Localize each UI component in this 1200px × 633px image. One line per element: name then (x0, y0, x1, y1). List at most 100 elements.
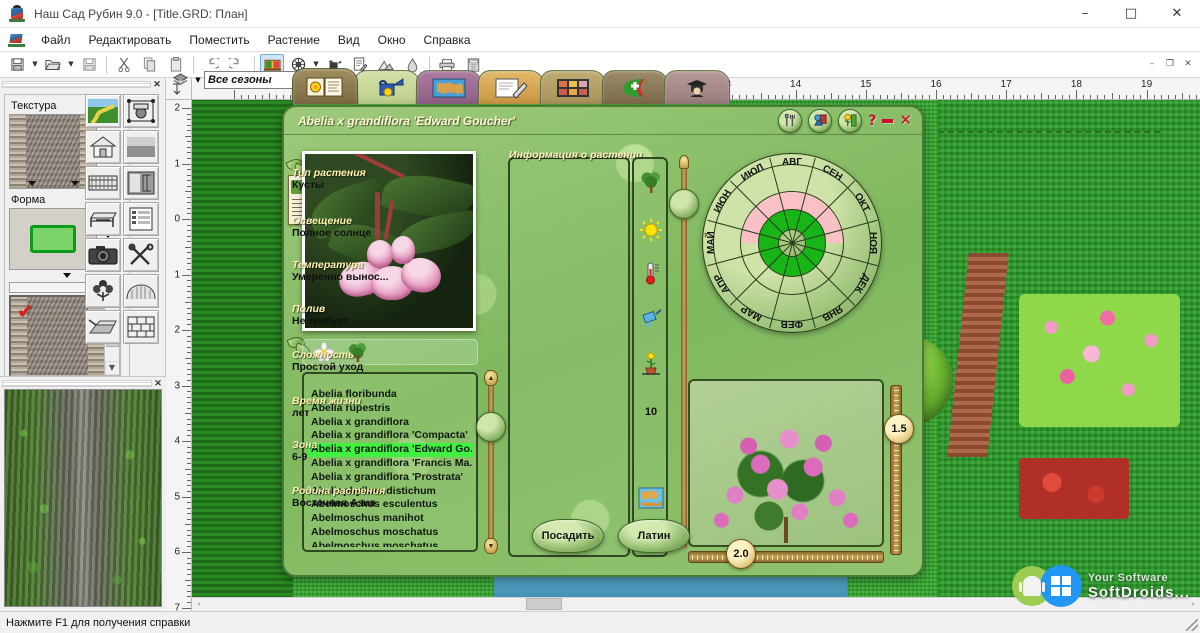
preview-panel-grip[interactable] (2, 379, 152, 387)
garden-tools-button[interactable] (778, 108, 803, 133)
tab-gallery[interactable] (539, 70, 607, 105)
save-project-dropdown[interactable]: ▼ (30, 54, 40, 76)
ruler-tick (185, 191, 191, 193)
dialog-close-button[interactable]: ✕ (899, 113, 912, 128)
expand-arrow-icon[interactable] (63, 273, 71, 278)
list-item[interactable]: Abelmoschus manihot (307, 512, 473, 526)
window-minimize-button[interactable]: – (1062, 0, 1108, 28)
tools-tool-icon[interactable] (123, 238, 159, 272)
panel-close-button[interactable]: ✕ (151, 79, 163, 90)
latin-button[interactable]: Латин (618, 519, 690, 553)
open-button[interactable] (41, 54, 65, 76)
plant-list-scrollbar[interactable]: ▲ ▼ (476, 370, 506, 554)
ruler-tick (185, 302, 191, 304)
plant-button[interactable]: Посадить (532, 519, 604, 553)
season-dropdown-arrow[interactable]: ▼ (192, 76, 204, 84)
ruler-tick (774, 95, 776, 99)
ruler-tick (187, 146, 191, 148)
list-item[interactable]: Abelmoschus moschatus (307, 540, 473, 547)
texture-arrow-right-icon[interactable] (70, 181, 79, 186)
ruler-tick (187, 307, 191, 309)
bloom-season-wheel[interactable]: ЯНВ ФЕВ МАР АПР МАЙ ИЮН ИЮЛ АВГ СЕН ОКТ … (702, 153, 882, 333)
tab-watering[interactable] (353, 70, 421, 105)
ruler-tick (187, 435, 191, 437)
ruler-tick (187, 119, 191, 121)
plant-card-button[interactable] (838, 108, 863, 133)
list-item[interactable]: Abelmoschus moschatus (307, 526, 473, 540)
canvas-scroll-left-button[interactable]: ‹ (192, 597, 206, 612)
canvas-scroll-thumb[interactable] (526, 597, 562, 610)
ruler-tick (187, 368, 191, 370)
ruler-tick (187, 463, 191, 465)
preview-height-value[interactable]: 1.5 (884, 414, 914, 444)
window-maximize-button[interactable]: □ (1108, 0, 1154, 28)
layers-icon[interactable] (168, 69, 192, 91)
mdi-restore-button[interactable]: ❐ (1162, 58, 1178, 72)
save-project-button[interactable] (5, 54, 29, 76)
tab-academy[interactable] (663, 70, 731, 105)
house-tool-icon[interactable] (85, 130, 121, 164)
bench-tool-icon[interactable] (85, 202, 121, 236)
preview-panel-close-button[interactable]: ✕ (152, 378, 164, 389)
menu-help[interactable]: Справка (415, 30, 480, 50)
ruler-tick (865, 90, 867, 99)
properties-button[interactable] (808, 108, 833, 133)
ruler-tick (187, 396, 191, 398)
cut-button[interactable] (112, 54, 136, 76)
feature-tabs (291, 68, 731, 105)
menu-edit[interactable]: Редактировать (80, 30, 181, 50)
plant-render-preview[interactable] (688, 379, 884, 547)
save-button[interactable] (77, 54, 101, 76)
stone-tool-icon[interactable] (85, 310, 121, 344)
ruler-tick (187, 141, 191, 143)
resize-grip[interactable] (1186, 619, 1198, 631)
plant-list-scroll-up[interactable]: ▲ (484, 370, 498, 386)
tab-health[interactable] (601, 70, 669, 105)
camera-tool-icon[interactable] (85, 238, 121, 272)
slider-knob[interactable] (669, 189, 699, 219)
menu-place[interactable]: Поместить (180, 30, 258, 50)
flower-tool-icon[interactable] (85, 274, 121, 308)
plant-info-dialog[interactable]: Abelia x grandiflora 'Edward Goucher' ? … (282, 105, 924, 577)
list-tool-icon[interactable] (123, 202, 159, 236)
tab-map[interactable] (415, 70, 483, 105)
copy-button[interactable] (138, 54, 162, 76)
ruler-tick (1132, 95, 1134, 99)
tab-encyclopedia[interactable] (291, 68, 359, 105)
plant-list-scroll-thumb[interactable] (476, 412, 506, 442)
ruler-tick (182, 496, 191, 498)
scroll-down-button[interactable]: ▼ (104, 361, 119, 375)
structure-tool-icon[interactable] (123, 166, 159, 200)
menu-window[interactable]: Окно (369, 30, 415, 50)
mdi-minimize-button[interactable]: – (1144, 58, 1160, 72)
dialog-minimize-button[interactable] (882, 118, 894, 123)
vertical-ruler[interactable]: 2 1 0 1 2 3 4 5 6 7 (166, 100, 192, 611)
surface-tool-icon[interactable] (123, 130, 159, 164)
fence-tool-icon[interactable] (85, 166, 121, 200)
menu-file[interactable]: Файл (32, 30, 80, 50)
shape-preview[interactable] (9, 208, 112, 270)
mdi-close-button[interactable]: ✕ (1180, 58, 1196, 72)
terrain-grid-tool-icon[interactable] (123, 94, 159, 128)
dialog-help-button[interactable]: ? (868, 114, 876, 128)
menu-plant[interactable]: Растение (259, 30, 329, 50)
plant-info-icons: 10 (632, 157, 668, 557)
ruler-tick (187, 446, 191, 448)
canvas-horizontal-scrollbar[interactable]: ‹ › (192, 597, 1200, 612)
tab-journal[interactable] (477, 70, 545, 105)
bridge-tool-icon[interactable] (123, 274, 159, 308)
canvas-scroll-right-button[interactable]: › (1186, 597, 1200, 612)
brick-tool-icon[interactable] (123, 310, 159, 344)
menu-view[interactable]: Вид (329, 30, 369, 50)
window-close-button[interactable]: ✕ (1154, 0, 1200, 28)
panel-grip[interactable] (2, 80, 151, 88)
path-tool-icon[interactable] (85, 94, 121, 128)
list-item[interactable]: Abelia x grandiflora 'Prostrata' (307, 471, 473, 485)
texture-arrow-left-icon[interactable] (27, 181, 36, 186)
mdi-app-icon[interactable] (8, 32, 26, 48)
preview-width-value[interactable]: 2.0 (726, 539, 756, 569)
texture-swatch[interactable] (9, 114, 97, 189)
ruler-tick (858, 95, 860, 99)
open-dropdown[interactable]: ▼ (66, 54, 76, 76)
plant-list-scroll-down[interactable]: ▼ (484, 538, 498, 554)
